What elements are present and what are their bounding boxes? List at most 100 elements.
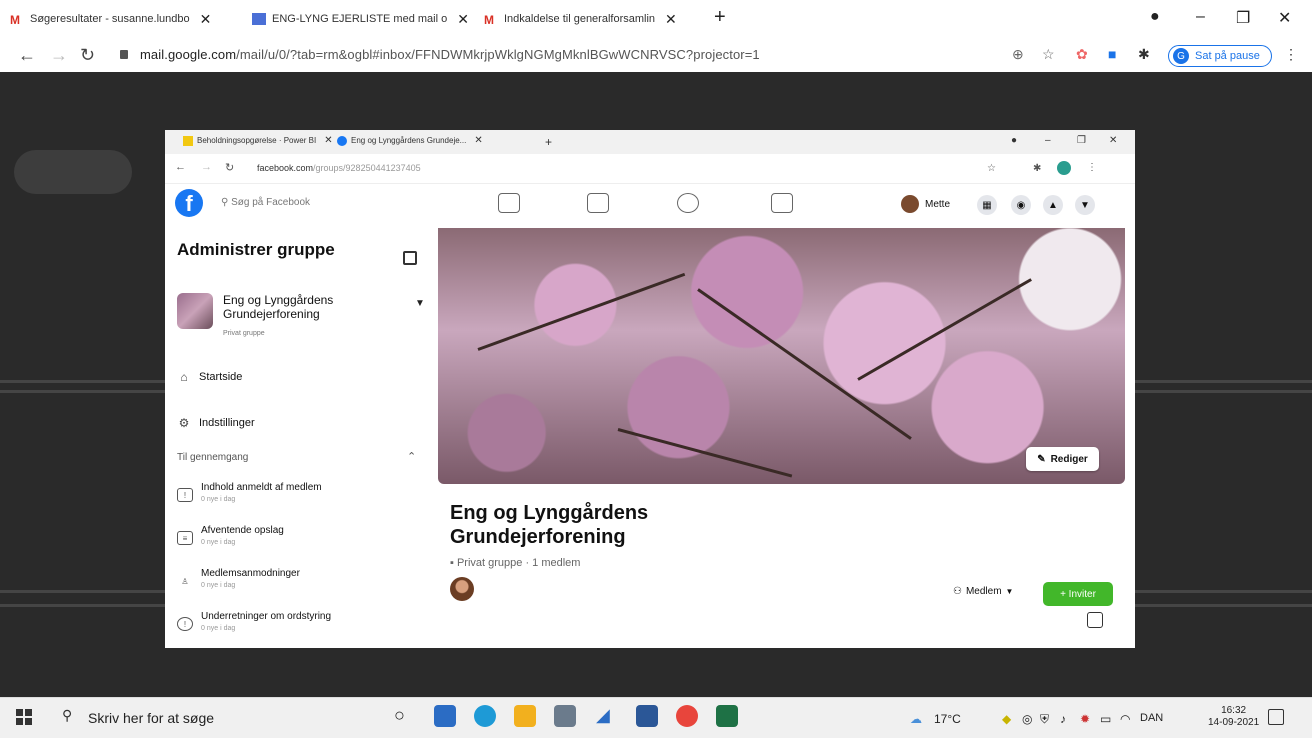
close-window-button[interactable]: ✕ xyxy=(1278,8,1291,28)
search-icon[interactable]: ⚲ xyxy=(62,707,72,724)
notification-center-icon[interactable] xyxy=(1268,709,1284,725)
members-dropdown[interactable]: ⚇ Medlem ▼ xyxy=(953,586,1013,597)
reload-icon[interactable]: ↻ xyxy=(225,161,234,174)
edge-icon[interactable] xyxy=(474,705,496,727)
groups-icon[interactable] xyxy=(677,193,699,213)
close-icon[interactable]: ✕ xyxy=(324,135,332,146)
close-icon[interactable]: ✕ xyxy=(200,11,212,28)
extension-icon[interactable]: ■ xyxy=(1108,46,1116,62)
new-tab-button[interactable]: + xyxy=(714,6,726,29)
profile-chip[interactable]: Mette xyxy=(901,195,950,213)
avatar[interactable] xyxy=(1057,161,1071,175)
system-clock[interactable]: 16:32 14-09-2021 xyxy=(1208,705,1259,729)
taskbar-search[interactable]: Skriv her for at søge xyxy=(88,710,214,726)
marketplace-icon[interactable] xyxy=(587,193,609,213)
gmail-icon: M xyxy=(10,13,20,27)
sidebar-item-pending-posts[interactable]: ≡ Afventende opslag 0 nye i dag xyxy=(177,525,417,559)
cortana-icon[interactable]: ○ xyxy=(394,705,405,726)
windows-start-icon[interactable] xyxy=(16,709,32,725)
forward-arrow-icon[interactable]: → xyxy=(50,45,68,66)
forward-arrow-icon[interactable]: → xyxy=(201,161,212,173)
language-indicator[interactable]: DAN xyxy=(1140,712,1163,724)
back-arrow-icon[interactable]: ← xyxy=(18,45,36,66)
reload-icon[interactable]: ↻ xyxy=(80,45,95,66)
lock-icon: ▪ xyxy=(450,557,457,569)
profile-circle-icon[interactable]: ● xyxy=(1011,135,1017,146)
temperature[interactable]: 17°C xyxy=(934,712,961,726)
chevron-down-icon[interactable]: ▼ xyxy=(415,298,425,309)
sync-paused-button[interactable]: G Sat på pause xyxy=(1168,45,1272,67)
task-view-icon[interactable] xyxy=(434,705,456,727)
tab-label: ENG-LYNG EJERLISTE med mail o xyxy=(272,13,448,25)
outer-tab-ejerliste[interactable]: ENG-LYNG EJERLISTE med mail o ✕ xyxy=(252,6,469,32)
zoom-icon[interactable]: ⊕ xyxy=(1012,46,1024,63)
restore-button[interactable]: ❐ xyxy=(1236,8,1250,28)
file-explorer-icon[interactable] xyxy=(514,705,536,727)
address-url[interactable]: facebook.com/groups/928250441237405 xyxy=(257,163,421,173)
security-icon[interactable]: ◆ xyxy=(1002,712,1011,726)
puzzle-icon[interactable]: ✱ xyxy=(1138,46,1150,63)
profile-name: Mette xyxy=(925,198,951,210)
blurred-element xyxy=(14,150,132,194)
close-icon[interactable]: ✕ xyxy=(457,11,469,28)
group-name[interactable]: Eng og Lynggårdens Grundejerforening xyxy=(223,293,383,321)
collapse-sidebar-icon[interactable] xyxy=(403,251,417,265)
home-icon[interactable] xyxy=(498,193,520,213)
calculator-icon[interactable] xyxy=(554,705,576,727)
sidebar-item-indstillinger[interactable]: ⚙ Indstillinger xyxy=(177,416,255,430)
edit-cover-button[interactable]: ✎ Rediger xyxy=(1026,447,1099,471)
battery-icon[interactable]: ▭ xyxy=(1100,712,1111,726)
members-label: Medlem xyxy=(965,586,1002,597)
excel-icon[interactable] xyxy=(716,705,738,727)
inner-tab-facebook[interactable]: Eng og Lynggårdens Grundeje... ✕ xyxy=(337,135,483,146)
inner-browser-window: Beholdningsopgørelse · Power BI ✕ Eng og… xyxy=(165,130,1135,648)
facebook-search[interactable]: ⚲ Søg på Facebook xyxy=(221,197,310,208)
bookmark-star-icon[interactable]: ☆ xyxy=(1042,46,1055,63)
branch xyxy=(477,272,686,351)
menu-kebab-icon[interactable]: ⋮ xyxy=(1087,162,1097,173)
apps-grid-icon[interactable]: ▦ xyxy=(977,195,997,215)
gaming-icon[interactable] xyxy=(771,193,793,213)
photos-icon[interactable]: ◢ xyxy=(596,705,610,726)
bell-icon[interactable]: ▲ xyxy=(1043,195,1063,215)
extension-icon[interactable]: ✿ xyxy=(1076,46,1088,63)
compose-icon[interactable] xyxy=(1087,612,1103,628)
new-tab-button[interactable]: + xyxy=(545,135,552,149)
bookmark-star-icon[interactable]: ☆ xyxy=(987,163,996,174)
group-thumbnail[interactable] xyxy=(177,293,213,329)
back-arrow-icon[interactable]: ← xyxy=(175,161,186,173)
chrome-icon[interactable] xyxy=(676,705,698,727)
sidebar-item-member-requests[interactable]: ♙ Medlemsanmodninger 0 nye i dag xyxy=(177,568,417,602)
close-window-button[interactable]: ✕ xyxy=(1109,135,1117,146)
chevron-down-icon[interactable]: ▼ xyxy=(1075,195,1095,215)
inner-tab-powerbi[interactable]: Beholdningsopgørelse · Power BI ✕ xyxy=(183,135,333,146)
puzzle-icon[interactable]: ✱ xyxy=(1033,163,1041,174)
sidebar-item-moderation-alerts[interactable]: ! Underretninger om ordstyring 0 nye i d… xyxy=(177,611,417,645)
outer-tab-indkaldelse[interactable]: M Indkaldelse til generalforsamlin ✕ xyxy=(484,6,677,32)
onedrive-icon[interactable]: ◎ xyxy=(1022,712,1032,726)
messenger-icon[interactable]: ◉ xyxy=(1011,195,1031,215)
minimize-button[interactable]: – xyxy=(1196,8,1205,26)
invite-button[interactable]: + Inviter xyxy=(1043,582,1113,606)
network-icon[interactable]: ⛨ xyxy=(1040,712,1049,727)
group-meta-text: Privat gruppe · 1 medlem xyxy=(456,557,581,569)
facebook-logo-icon[interactable]: f xyxy=(175,189,203,217)
close-icon[interactable]: ✕ xyxy=(474,135,482,146)
outer-tab-gmail-search[interactable]: M Søgeresultater - susanne.lundbo ✕ xyxy=(10,6,211,32)
volume-icon[interactable]: ♪ xyxy=(1060,712,1066,726)
address-url[interactable]: mail.google.com/mail/u/0/?tab=rm&ogbl#in… xyxy=(140,47,760,62)
wifi-icon[interactable]: ◠ xyxy=(1120,712,1130,726)
minimize-button[interactable]: – xyxy=(1045,135,1051,146)
restore-button[interactable]: ❐ xyxy=(1077,135,1086,146)
close-icon[interactable]: ✕ xyxy=(665,11,677,28)
chevron-up-icon[interactable]: ⌃ xyxy=(407,450,416,463)
sidebar-item-reported-content[interactable]: ! Indhold anmeldt af medlem 0 nye i dag xyxy=(177,482,417,516)
sidebar-item-startside[interactable]: ⌂ Startside xyxy=(177,370,242,384)
weather-icon[interactable]: ☁ xyxy=(910,712,922,726)
profile-circle-icon[interactable]: ● xyxy=(1150,8,1160,26)
menu-kebab-icon[interactable]: ⋮ xyxy=(1284,46,1298,63)
avatar[interactable] xyxy=(450,577,474,601)
url-path: /mail/u/0/?tab=rm&ogbl#inbox/FFNDWMkrjpW… xyxy=(236,47,760,62)
app-tray-icon[interactable]: ✹ xyxy=(1080,712,1090,726)
word-icon[interactable] xyxy=(636,705,658,727)
